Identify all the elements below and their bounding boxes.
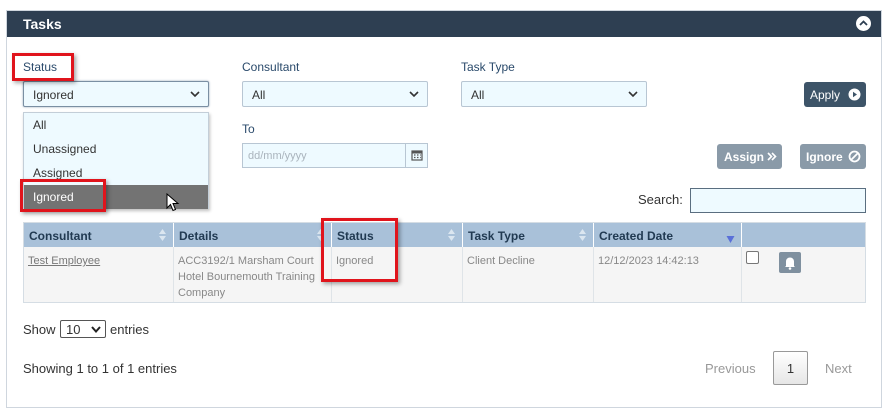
chevron-down-icon <box>409 91 419 98</box>
chevron-down-icon <box>628 91 638 98</box>
details-line: ACC3192/1 Marsham Court <box>178 255 314 267</box>
status-option-unassigned[interactable]: Unassigned <box>24 137 208 161</box>
page-length-value: 10 <box>66 322 81 337</box>
chevron-up-icon <box>859 20 868 26</box>
sort-icon <box>448 229 455 241</box>
page-1-button[interactable]: 1 <box>773 351 808 385</box>
table-header: Consultant Details Status Task Type Crea… <box>24 223 865 247</box>
panel-header: Tasks <box>7 11 881 37</box>
cell-created-date: 12/12/2023 14:42:13 <box>594 247 742 302</box>
ignore-button[interactable]: Ignore <box>800 144 866 169</box>
mouse-cursor-icon <box>166 193 180 212</box>
apply-button-label: Apply <box>810 88 841 102</box>
page-number: 1 <box>786 361 795 376</box>
search-input[interactable] <box>690 188 866 213</box>
ignore-button-label: Ignore <box>806 150 843 164</box>
option-label: Unassigned <box>33 142 97 156</box>
column-header-consultant[interactable]: Consultant <box>24 223 174 247</box>
status-select-value: Ignored <box>33 88 74 102</box>
assign-button[interactable]: Assign <box>717 144 782 169</box>
status-value: Ignored <box>336 255 374 267</box>
task-type-select-value: All <box>471 88 485 102</box>
entries-label: entries <box>110 322 150 337</box>
task-type-filter-label: Task Type <box>461 60 515 74</box>
cell-details: ACC3192/1 Marsham Court Hotel Bournemout… <box>174 247 332 302</box>
show-label: Show <box>23 322 56 337</box>
play-circle-icon <box>848 88 861 101</box>
consultant-link[interactable]: Test Employee <box>28 253 100 269</box>
column-header-label: Details <box>179 229 219 243</box>
column-header-status[interactable]: Status <box>332 223 463 247</box>
next-page-button[interactable]: Next <box>825 361 852 376</box>
to-date-label: To <box>242 122 255 136</box>
task-type-select[interactable]: All <box>461 81 647 107</box>
column-header-details[interactable]: Details <box>174 223 332 247</box>
cell-actions <box>742 247 865 302</box>
column-header-task-type[interactable]: Task Type <box>463 223 594 247</box>
column-header-created-date[interactable]: Created Date <box>594 223 742 247</box>
search-label: Search: <box>638 192 683 207</box>
status-option-assigned[interactable]: Assigned <box>24 161 208 185</box>
panel-title: Tasks <box>23 16 62 32</box>
notify-button[interactable] <box>779 252 801 273</box>
column-header-label: Status <box>337 229 374 243</box>
chevron-down-icon <box>190 91 200 98</box>
bell-icon <box>785 257 795 270</box>
details-line: Hotel Bournemouth Training <box>178 271 315 283</box>
collapse-button[interactable] <box>856 16 871 31</box>
task-type-value: Client Decline <box>467 255 535 267</box>
sort-icon <box>317 229 324 241</box>
status-select[interactable]: Ignored <box>23 81 209 107</box>
assign-button-label: Assign <box>724 150 765 164</box>
column-header-label: Consultant <box>29 229 92 243</box>
calendar-icon <box>411 150 423 161</box>
cell-status: Ignored <box>332 247 463 302</box>
status-dropdown-list: All Unassigned Assigned Ignored <box>23 112 209 209</box>
consultant-filter-label: Consultant <box>242 60 300 74</box>
table-info: Showing 1 to 1 of 1 entries <box>23 361 177 376</box>
sort-desc-icon <box>726 236 735 243</box>
sort-icon <box>159 229 166 241</box>
apply-button[interactable]: Apply <box>804 82 866 107</box>
page-length-select[interactable]: 10 <box>60 320 106 338</box>
cell-task-type: Client Decline <box>463 247 594 302</box>
status-option-ignored[interactable]: Ignored <box>24 185 208 209</box>
ban-icon <box>848 150 861 163</box>
option-label: Assigned <box>33 166 83 180</box>
option-label: Ignored <box>33 190 74 204</box>
consultant-select-value: All <box>252 88 266 102</box>
column-header-label: Created Date <box>599 229 674 243</box>
option-label: All <box>33 118 47 132</box>
consultant-select[interactable]: All <box>242 81 428 107</box>
column-header-actions <box>742 223 865 247</box>
created-date-value: 12/12/2023 14:42:13 <box>598 255 699 267</box>
row-checkbox[interactable] <box>746 251 759 264</box>
previous-page-button[interactable]: Previous <box>705 361 756 376</box>
to-date-placeholder: dd/mm/yyyy <box>248 150 307 162</box>
details-text: ACC3192/1 Marsham Court Hotel Bournemout… <box>178 253 315 301</box>
chevron-down-icon <box>91 326 101 334</box>
sort-icon <box>579 229 586 241</box>
status-option-all[interactable]: All <box>24 113 208 137</box>
double-chevron-right-icon <box>767 152 777 161</box>
table-row: Test Employee ACC3192/1 Marsham Court Ho… <box>24 247 865 302</box>
status-filter-label: Status <box>23 60 58 74</box>
column-header-label: Task Type <box>468 229 525 243</box>
tasks-table: Consultant Details Status Task Type Crea… <box>23 222 866 303</box>
to-date-input[interactable]: dd/mm/yyyy <box>242 143 428 168</box>
cell-consultant: Test Employee <box>24 247 174 302</box>
calendar-button[interactable] <box>405 144 427 167</box>
details-line: Company <box>178 287 226 299</box>
